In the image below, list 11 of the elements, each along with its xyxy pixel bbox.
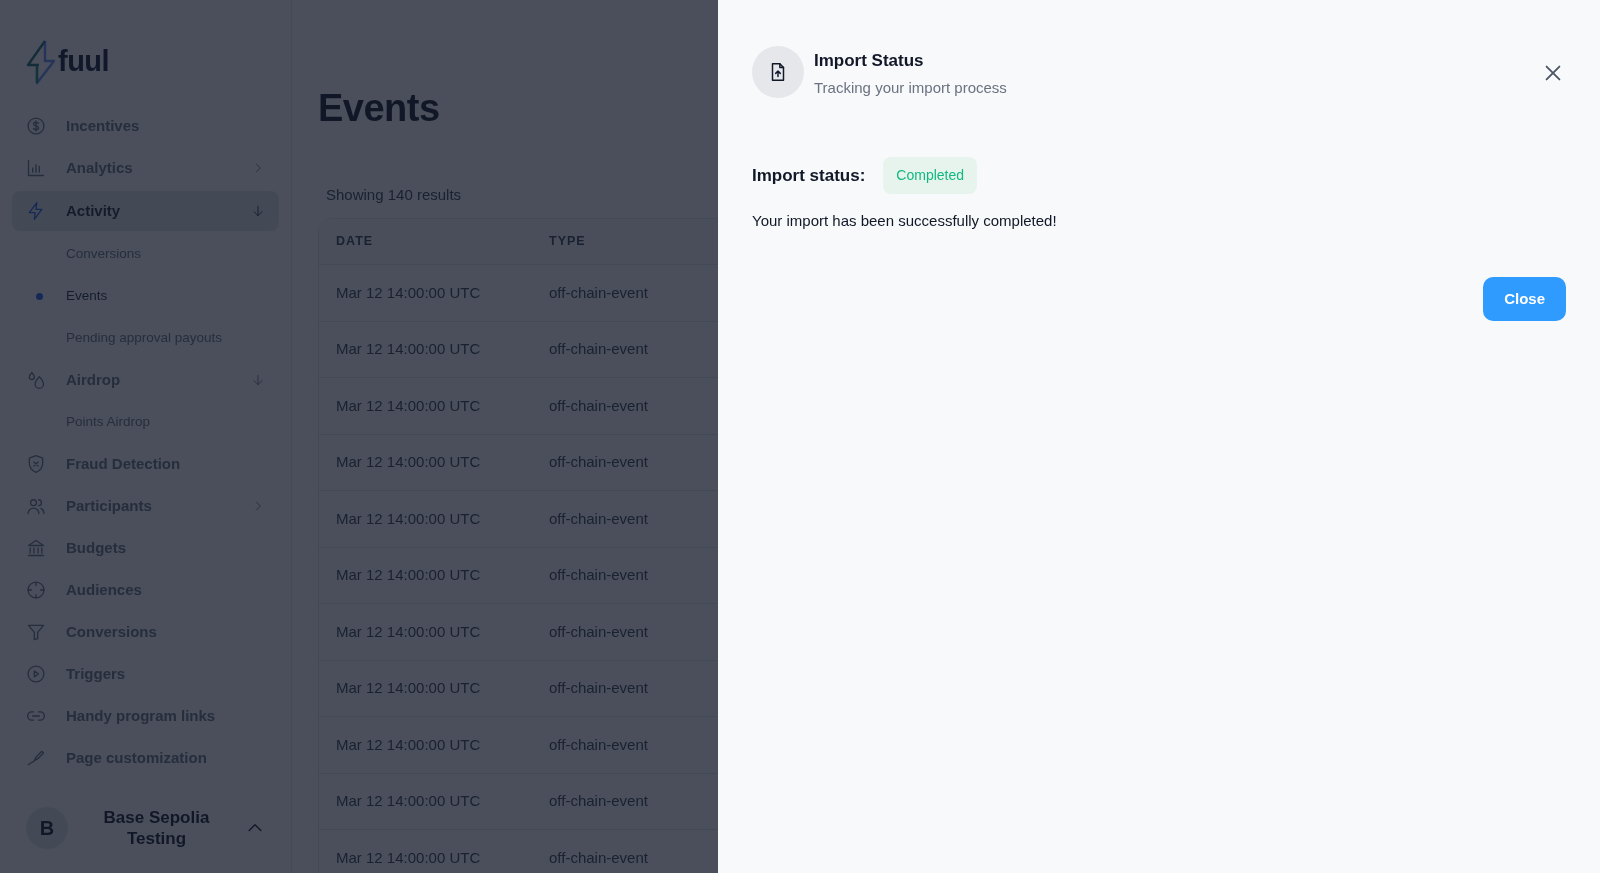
panel-title: Import Status <box>814 50 925 72</box>
logo-text: fuul <box>58 44 110 80</box>
status-badge: Completed <box>883 157 978 194</box>
status-label: Import status: <box>752 164 866 187</box>
status-message: Your import has been successfully completed! <box>752 211 1058 231</box>
file-upload-icon <box>752 46 804 98</box>
workspace-name: Base Sepolia Testing <box>102 806 211 850</box>
panel-subtitle: Tracking your import process <box>814 77 1007 98</box>
close-button[interactable]: Close <box>1483 276 1566 321</box>
overlay-backdrop[interactable] <box>0 0 718 873</box>
page-title: Events <box>318 86 440 131</box>
